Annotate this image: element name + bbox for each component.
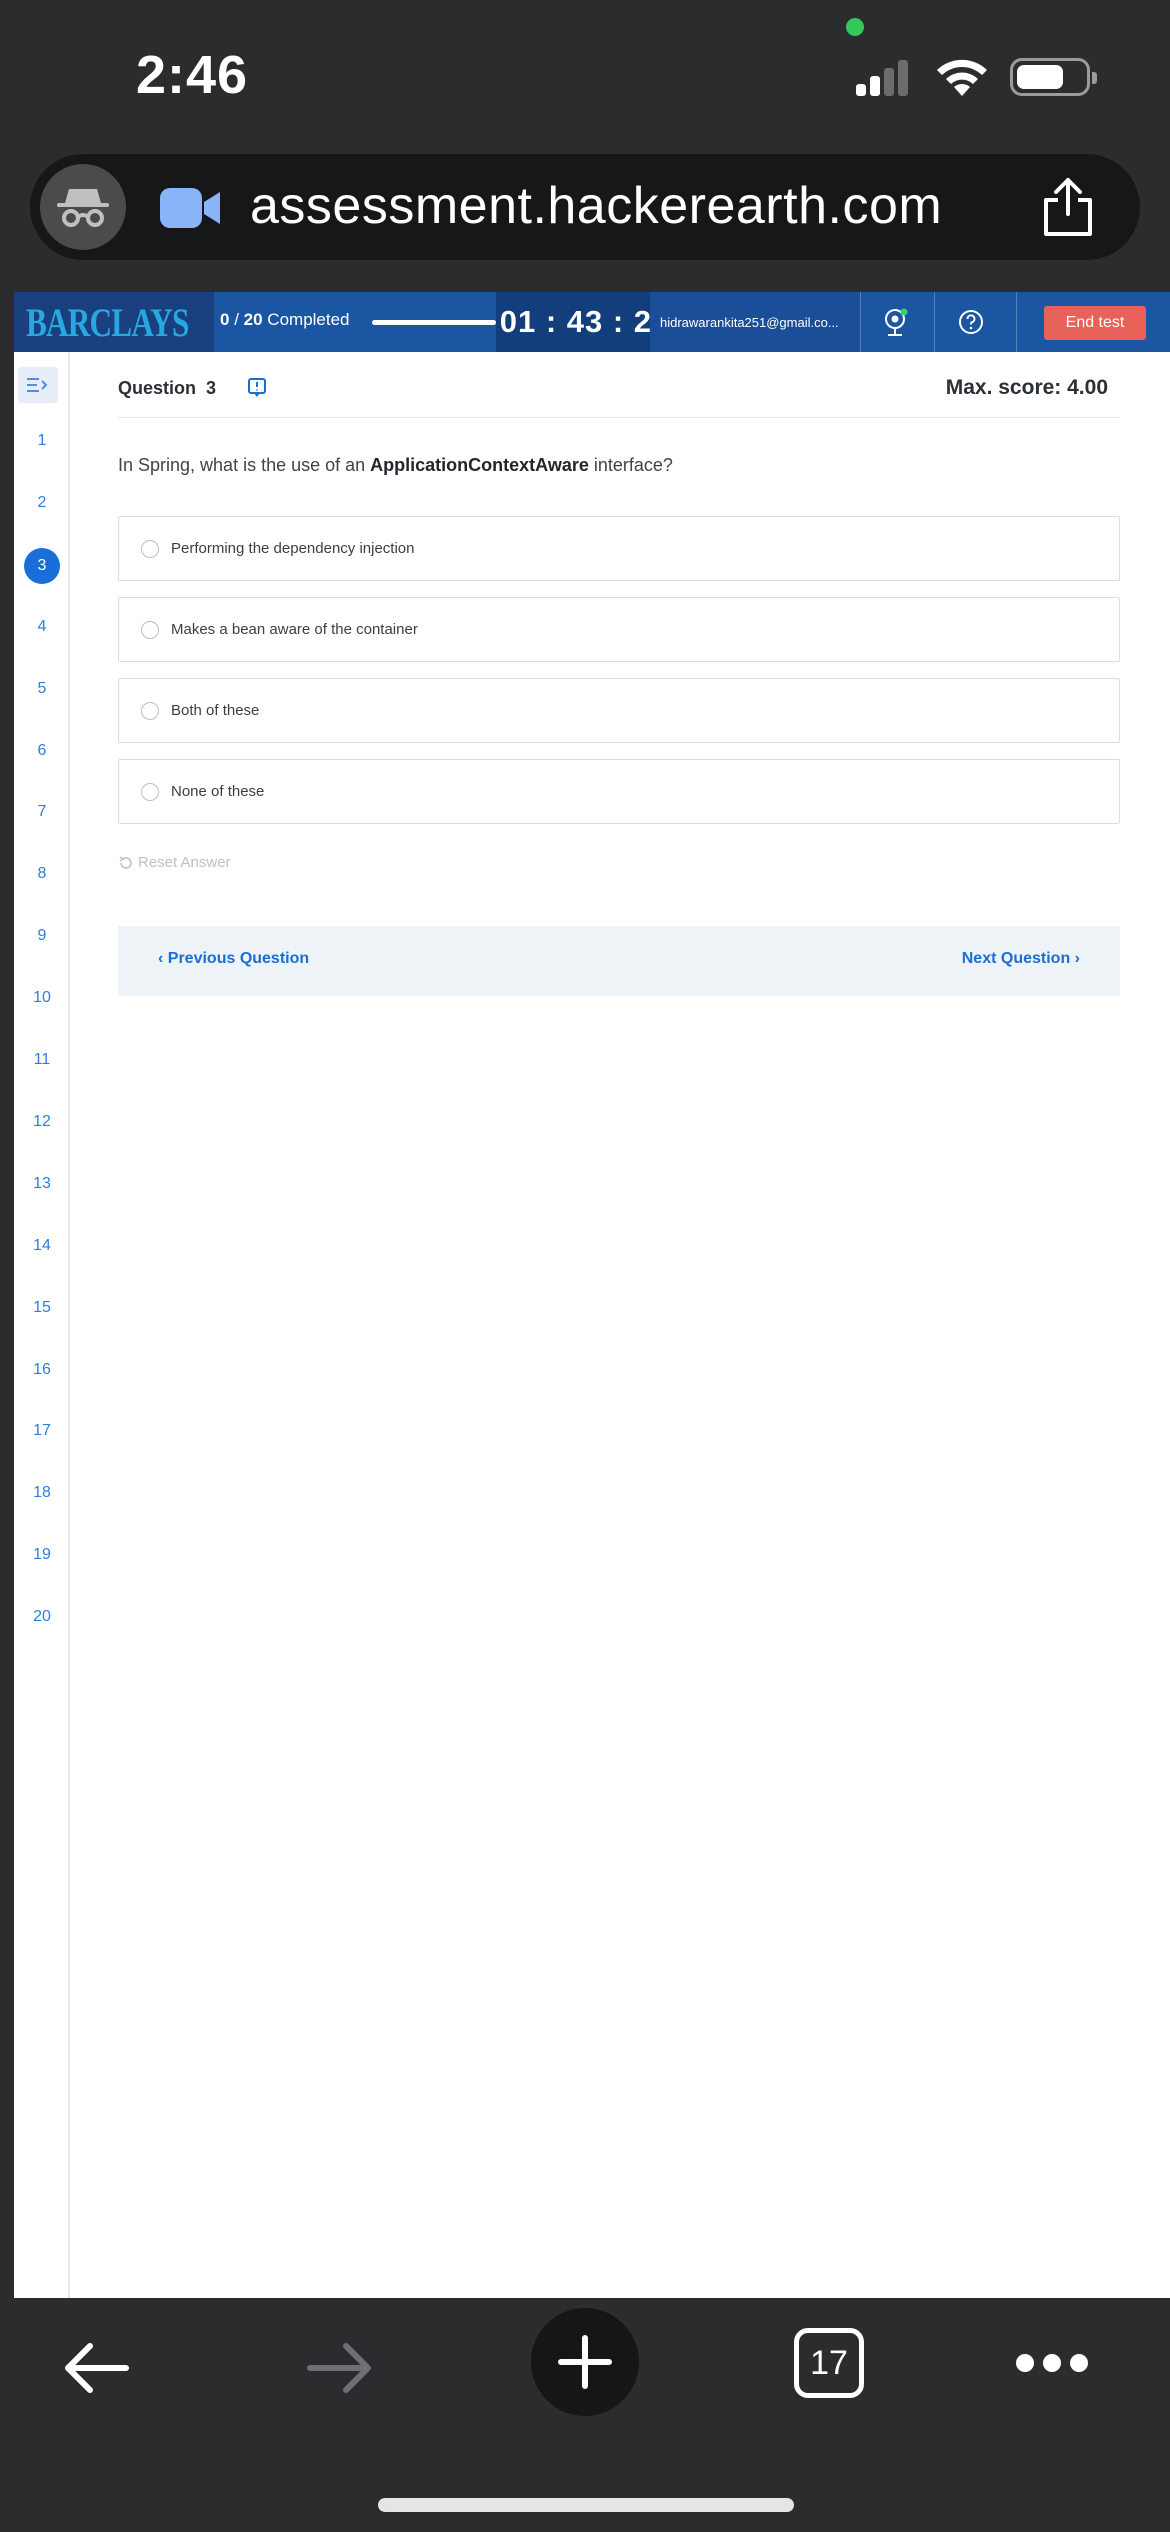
plus-icon (558, 2335, 612, 2389)
question-nav-item[interactable]: 8 (14, 857, 70, 891)
question-title: Question 3 (118, 378, 217, 398)
divider (860, 292, 861, 352)
progress-bar (372, 320, 496, 325)
user-email: hidrawarankita251@gmail.co... (650, 292, 860, 352)
incognito-icon[interactable] (40, 164, 126, 250)
question-nav-item[interactable]: 9 (14, 919, 70, 953)
answer-option[interactable]: Performing the dependency injection (118, 516, 1120, 581)
answer-option[interactable]: None of these (118, 759, 1120, 824)
question-nav-item[interactable]: 13 (14, 1167, 70, 1201)
question-nav-item[interactable]: 12 (14, 1105, 70, 1139)
max-score: Max. score: 4.00 (945, 376, 1108, 399)
reset-icon (119, 855, 132, 869)
radio-button[interactable] (141, 782, 159, 801)
divider (934, 292, 935, 352)
collapse-menu-icon (27, 378, 48, 392)
question-nav-item[interactable]: 10 (14, 981, 70, 1015)
question-nav-item[interactable]: 5 (14, 672, 70, 706)
question-nav-item[interactable]: 18 (14, 1476, 70, 1510)
previous-question-button[interactable]: ‹ Previous Question (158, 950, 309, 968)
question-nav-item[interactable]: 19 (14, 1538, 70, 1572)
question-nav-item[interactable]: 1 (14, 424, 70, 458)
radio-button[interactable] (141, 701, 159, 720)
new-tab-button[interactable] (531, 2308, 639, 2416)
sidebar-toggle-button[interactable] (18, 367, 58, 403)
question-nav-item[interactable]: 3 (14, 547, 70, 584)
question-nav-item[interactable]: 16 (14, 1353, 70, 1387)
home-indicator (378, 2498, 794, 2512)
answer-option[interactable]: Makes a bean aware of the container (118, 597, 1120, 662)
status-bar: 2:46 (0, 0, 1170, 150)
camera-in-use-indicator (846, 18, 864, 36)
question-nav-item[interactable]: 7 (14, 795, 70, 829)
divider (1016, 292, 1017, 352)
web-page: BARCLAYS 0 / 20 Completed 01 : 43 : 24 h… (0, 292, 1170, 2298)
share-icon[interactable] (1040, 176, 1096, 238)
answer-option[interactable]: Both of these (118, 678, 1120, 743)
webcam-icon[interactable] (880, 307, 910, 337)
more-options-icon[interactable] (1016, 2354, 1088, 2374)
radio-button[interactable] (141, 539, 159, 558)
reset-answer-button[interactable]: Reset Answer (118, 854, 231, 871)
help-icon[interactable] (958, 309, 984, 335)
question-nav-item[interactable]: 4 (14, 610, 70, 644)
bookmark-question-icon[interactable] (246, 377, 268, 399)
question-sidebar: 1 2 3 4 5 6 7 8 9 10 11 12 13 14 15 16 17 18 19 20 (14, 352, 70, 2298)
wifi-icon (937, 59, 987, 96)
back-arrow-icon[interactable] (60, 2338, 132, 2398)
question-nav-item[interactable]: 14 (14, 1229, 70, 1263)
question-nav-item[interactable]: 11 (14, 1043, 70, 1077)
question-nav-item[interactable]: 15 (14, 1291, 70, 1325)
question-nav-item[interactable]: 6 (14, 734, 70, 768)
cellular-signal-icon (856, 58, 916, 96)
browser-toolbar: 17 (0, 2298, 1170, 2532)
progress-label: 0 / 20 Completed (220, 310, 350, 329)
question-nav-item[interactable]: 17 (14, 1414, 70, 1448)
question-header: Question 3 Max. score: 4.00 (118, 376, 1120, 418)
question-navigation: ‹ Previous Question Next Question › (118, 926, 1120, 996)
question-nav-item[interactable]: 20 (14, 1600, 70, 1634)
end-test-button[interactable]: End test (1044, 306, 1146, 340)
question-text: In Spring, what is the use of an Applica… (118, 455, 673, 475)
url-text[interactable]: assessment.hackerearth.com (250, 176, 942, 236)
barclays-logo: BARCLAYS (14, 292, 214, 352)
video-camera-icon (160, 188, 220, 228)
question-nav-item[interactable]: 2 (14, 486, 70, 520)
address-bar[interactable]: assessment.hackerearth.com (30, 154, 1140, 260)
tab-switcher-button[interactable]: 17 (794, 2328, 864, 2398)
radio-button[interactable] (141, 620, 159, 639)
progress-bar-fill (372, 320, 496, 325)
test-header: BARCLAYS 0 / 20 Completed 01 : 43 : 24 h… (14, 292, 1170, 352)
countdown-timer: 01 : 43 : 24 (496, 292, 674, 352)
next-question-button[interactable]: Next Question › (962, 950, 1080, 968)
forward-arrow-icon[interactable] (304, 2338, 376, 2398)
status-time: 2:46 (136, 45, 249, 105)
battery-icon (1010, 58, 1097, 96)
